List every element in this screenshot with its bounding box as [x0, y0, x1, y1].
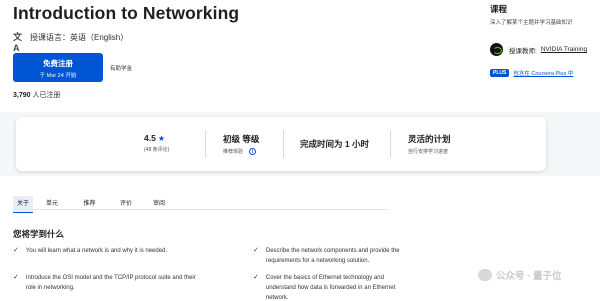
- info-icon[interactable]: i: [249, 148, 257, 155]
- star-icon: ★: [157, 134, 165, 143]
- rating-value-row: 4.5 ★: [144, 133, 169, 143]
- instructor-label: 授课教师:: [509, 47, 537, 55]
- enroll-label: 免费注册: [43, 59, 73, 68]
- enrolled-suffix: 人已注册: [30, 92, 61, 99]
- instructor-row: 授课教师: NVIDIA Training: [490, 43, 600, 56]
- tabs-divider: [13, 209, 388, 210]
- learn-item-text: Introduce the OSI model and the TCP/IP p…: [25, 275, 196, 291]
- coursera-plus-link[interactable]: 包含在 Coursera Plus 中: [513, 69, 573, 77]
- plus-badge: PLUS: [490, 69, 510, 77]
- tab-about[interactable]: 关于: [13, 196, 33, 213]
- language-row: 文A 授课语言：英语（English）: [13, 32, 129, 53]
- stat-divider: [390, 130, 391, 158]
- learn-item: ✓ You will learn what a network is and w…: [13, 246, 233, 256]
- learn-item: ✓ Cover the basics of Ethernet technolog…: [253, 273, 413, 301]
- schedule-sub: 自行安排学习进度: [408, 149, 449, 155]
- tab-testimonials[interactable]: 审阅: [144, 196, 174, 213]
- learn-item-text: Cover the basics of Ethernet technology …: [265, 275, 396, 301]
- stat-divider: [205, 130, 206, 158]
- learn-item-text: You will learn what a network is and why…: [25, 248, 168, 254]
- tab-modules[interactable]: 单元: [33, 196, 71, 213]
- course-tabs: 关于 单元 推荐 评价 审阅: [13, 196, 174, 213]
- check-icon: ✓: [253, 274, 259, 281]
- level-sub: 推荐体验: [223, 149, 244, 155]
- check-icon: ✓: [253, 247, 259, 254]
- schedule-stat: 灵活的计划 自行安排学习进度: [408, 133, 451, 155]
- watermark-text: 公众号 · 量子位: [496, 271, 562, 282]
- coursera-plus-row: PLUS 包含在 Coursera Plus 中: [490, 69, 600, 77]
- enroll-button[interactable]: 免费注册 于 Mar 24 开始: [13, 53, 103, 82]
- nvidia-logo-icon: [490, 43, 503, 56]
- level-sub-row: 推荐体验 i: [223, 148, 259, 155]
- tab-reviews[interactable]: 评价: [108, 196, 144, 213]
- translate-icon: 文A: [13, 32, 23, 53]
- instructor-link[interactable]: NVIDIA Training: [541, 46, 587, 53]
- level-value: 初级 等级: [223, 134, 260, 144]
- check-icon: ✓: [13, 274, 19, 281]
- learn-item: ✓ Describe the network components and pr…: [253, 246, 413, 266]
- duration-value: 完成时间为 1 小时: [300, 139, 369, 149]
- language-label: 授课语言：英语（English）: [30, 33, 129, 42]
- course-sidebar: 课程 深入了解某个主题并学习基础知识 授课教师: NVIDIA Training…: [490, 3, 600, 77]
- rating-value: 4.5: [144, 133, 156, 143]
- enrolled-count: 3,790 人已注册: [13, 90, 60, 100]
- check-icon: ✓: [13, 247, 19, 254]
- course-type-subtitle: 深入了解某个主题并学习基础知识: [490, 20, 573, 26]
- what-you-learn-title: 您将学到什么: [13, 229, 65, 239]
- duration-stat: 完成时间为 1 小时: [300, 138, 369, 150]
- stats-card: 4.5 ★ (48 条评论) 初级 等级 推荐体验 i 完成时间为 1 小时 灵活的…: [16, 117, 546, 171]
- level-stat: 初级 等级 推荐体验 i: [223, 133, 259, 155]
- schedule-value: 灵活的计划: [408, 134, 451, 144]
- learn-item: ✓ Introduce the OSI model and the TCP/IP…: [13, 273, 203, 293]
- financial-aid-link[interactable]: 有助学金: [110, 64, 132, 72]
- wechat-icon: [478, 269, 492, 281]
- enrolled-number: 3,790: [13, 92, 31, 99]
- learn-item-text: Describe the network components and prov…: [265, 248, 400, 264]
- course-title: Introduction to Networking: [13, 3, 240, 23]
- enroll-start-date: 于 Mar 24 开始: [39, 73, 77, 79]
- review-count[interactable]: (48 条评论): [144, 146, 169, 153]
- course-type-title: 课程: [490, 4, 508, 14]
- rating-stat: 4.5 ★ (48 条评论): [144, 133, 169, 153]
- tab-recommendations[interactable]: 推荐: [71, 196, 108, 213]
- watermark: 公众号 · 量子位: [478, 268, 561, 282]
- stat-divider: [283, 130, 284, 158]
